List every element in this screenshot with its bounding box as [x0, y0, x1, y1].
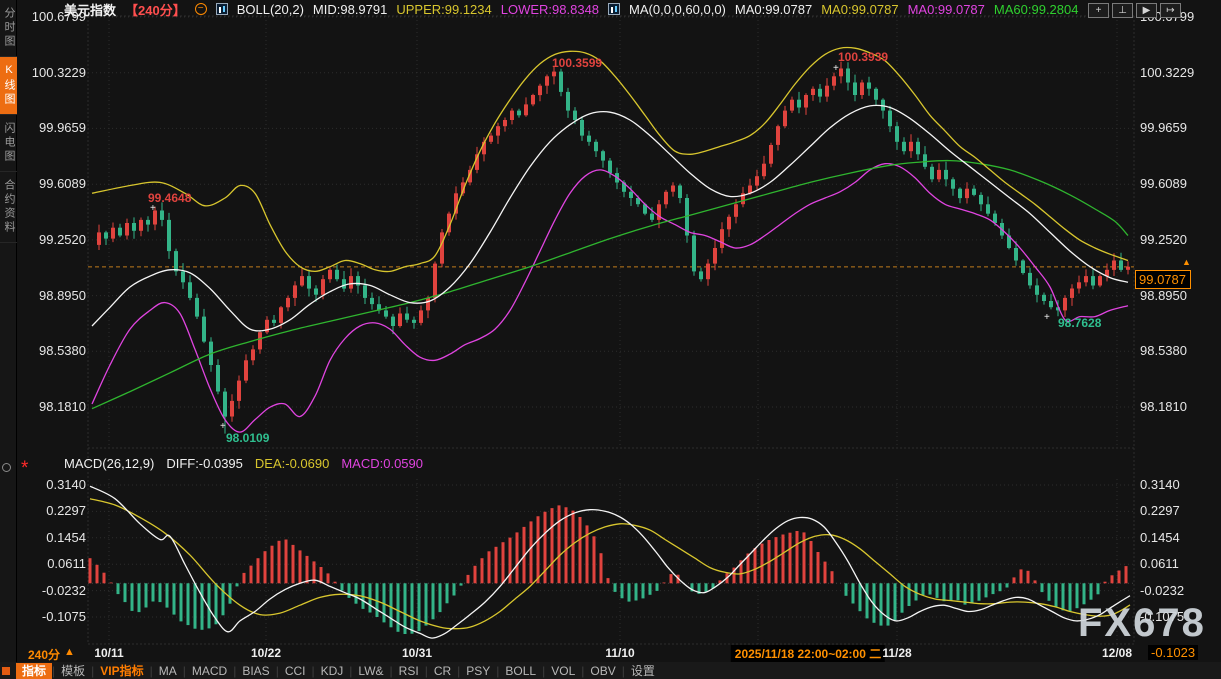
last-price-badge: 99.0787	[1135, 270, 1191, 289]
extreme-marker-icon: +	[220, 421, 226, 432]
price-axis-label: 100.3229	[1140, 65, 1194, 80]
price-annotation: 98.0109	[226, 431, 269, 445]
chart-type-sidebar: 分时图 K线图 闪电图 合约资料	[0, 0, 17, 662]
price-up-arrow-icon: ▲	[1182, 257, 1191, 267]
watermark: FX678	[1078, 601, 1206, 646]
macd-axis-label: 0.1454	[1140, 530, 1180, 545]
period-dropdown-icon[interactable]: ▲	[64, 646, 75, 658]
macd-header: MACD(26,12,9) DIFF:-0.0395 DEA:-0.0690 M…	[64, 456, 423, 471]
ma-indicator-icon	[608, 3, 620, 15]
price-axis-label: 98.8950	[1140, 288, 1187, 303]
macd-diff-value: DIFF:-0.0395	[166, 456, 243, 471]
toolbar-tab-模板[interactable]: 模板	[55, 663, 91, 679]
price-axis-label: 98.5380	[39, 343, 86, 358]
axis-scale-icon[interactable]: ⊥	[1112, 3, 1133, 18]
trading-app-window: 分时图 K线图 闪电图 合约资料 美元指数 【240分】 − BOLL(20,2…	[0, 0, 1221, 679]
macd-axis-label: -0.1075	[42, 609, 86, 624]
sidebar-item-contract-info[interactable]: 合约资料	[0, 172, 17, 243]
price-axis-label: 98.5380	[1140, 343, 1187, 358]
toolbar-tab-BIAS[interactable]: BIAS	[236, 663, 275, 679]
ma0-yellow-value: MA0:99.0787	[821, 2, 898, 17]
sidebar-item-time-chart[interactable]: 分时图	[0, 0, 17, 57]
price-annotation: 98.7628	[1058, 316, 1101, 330]
macd-macd-value: MACD:0.0590	[341, 456, 423, 471]
date-tick-label: 11/10	[605, 646, 634, 660]
price-axis-label: 99.9659	[39, 120, 86, 135]
ma0-magenta-value: MA0:99.0787	[908, 2, 985, 17]
boll-lower-value: LOWER:98.8348	[501, 2, 599, 17]
macd-name: MACD(26,12,9)	[64, 456, 154, 471]
period-selector[interactable]: 240分	[28, 646, 60, 663]
pane-toggle-icon[interactable]	[2, 463, 11, 472]
toolbar-tab-CCI[interactable]: CCI	[279, 663, 312, 679]
macd-axis-label: -0.0232	[42, 583, 86, 598]
date-tick-label: 10/11	[94, 646, 123, 660]
extreme-marker-icon: +	[833, 63, 839, 74]
macd-axis-label: 0.3140	[46, 477, 86, 492]
boll-upper-value: UPPER:99.1234	[396, 2, 491, 17]
price-annotation: 100.3939	[838, 50, 888, 64]
date-tick-label: 12/08	[1102, 646, 1132, 660]
collapse-icon[interactable]: −	[195, 3, 207, 15]
chart-tool-icons: +⊥▶↦	[1088, 3, 1181, 18]
symbol-name: 美元指数	[64, 0, 116, 19]
boll-indicator-icon	[216, 3, 228, 15]
macd-axis-label: -0.0232	[1140, 583, 1184, 598]
toolbar-tab-OBV[interactable]: OBV	[584, 663, 621, 679]
price-axis-label: 98.1810	[1140, 399, 1187, 414]
toolbar-tab-MACD[interactable]: MACD	[186, 663, 233, 679]
boll-mid-value: MID:98.9791	[313, 2, 387, 17]
play-forward-icon[interactable]: ▶	[1136, 3, 1157, 18]
goto-latest-icon[interactable]: ↦	[1160, 3, 1181, 18]
toolbar-tab-CR[interactable]: CR	[428, 663, 457, 679]
macd-dea-value: DEA:-0.0690	[255, 456, 329, 471]
toolbar-tab-MA[interactable]: MA	[153, 663, 183, 679]
crosshair-icon[interactable]: +	[1088, 3, 1109, 18]
ma0-white-value: MA0:99.0787	[735, 2, 812, 17]
period-label[interactable]: 【240分】	[125, 0, 186, 19]
time-axis: 240分 ▲ 2025/11/18 22:00~02:00 二 10/1110/…	[0, 644, 1221, 662]
macd-axis-label: 0.3140	[1140, 477, 1180, 492]
boll-name: BOLL(20,2)	[237, 2, 304, 17]
macd-axis-label: 0.1454	[46, 530, 86, 545]
sidebar-item-lightning-chart[interactable]: 闪电图	[0, 115, 17, 172]
toolbar-tab-PSY[interactable]: PSY	[460, 663, 496, 679]
price-annotation: 100.3599	[552, 56, 602, 70]
macd-axis-label: 0.2297	[46, 503, 86, 518]
indicator-header: 美元指数 【240分】 − BOLL(20,2) MID:98.9791 UPP…	[64, 1, 1078, 17]
toolbar-tab-RSI[interactable]: RSI	[393, 663, 425, 679]
date-tick-label: 11/28	[882, 646, 911, 660]
date-tick-label: 10/22	[251, 646, 281, 660]
kline-macd-chart[interactable]	[0, 0, 1221, 679]
toolbar-tab-设置[interactable]: 设置	[625, 663, 661, 679]
ma-name: MA(0,0,0,60,0,0)	[629, 2, 726, 17]
toolbar-tab-KDJ[interactable]: KDJ	[315, 663, 350, 679]
toolbar-tab-VOL[interactable]: VOL	[545, 663, 581, 679]
price-axis-label: 98.8950	[39, 288, 86, 303]
macd-axis-label: 0.0611	[1140, 556, 1179, 571]
toolbar-tab-LW&[interactable]: LW&	[352, 663, 389, 679]
date-tick-label: 10/31	[402, 646, 432, 660]
extreme-marker-icon: +	[150, 203, 156, 214]
price-axis-label: 99.9659	[1140, 120, 1187, 135]
price-axis-label: 100.3229	[32, 65, 86, 80]
bottom-toolbar: 指标|模板|VIP指标|MA|MACD|BIAS|CCI|KDJ|LW&|RSI…	[0, 662, 1221, 679]
sidebar-item-kline-chart[interactable]: K线图	[0, 57, 17, 115]
macd-axis-label: 0.0611	[47, 556, 86, 571]
macd-alert-icon[interactable]: *	[21, 458, 28, 480]
price-axis-label: 99.2520	[39, 232, 86, 247]
toolbar-tab-指标[interactable]: 指标	[16, 663, 52, 679]
price-axis-label: 99.6089	[1140, 176, 1187, 191]
extreme-marker-icon: +	[1044, 312, 1050, 323]
price-axis-label: 98.1810	[39, 399, 86, 414]
macd-axis-label: 0.2297	[1140, 503, 1180, 518]
ma60-green-value: MA60:99.2804	[994, 2, 1079, 17]
toolbar-tab-BOLL[interactable]: BOLL	[499, 663, 542, 679]
price-axis-label: 99.2520	[1140, 232, 1187, 247]
price-axis-label: 99.6089	[39, 176, 86, 191]
toolbar-corner-icon[interactable]	[2, 667, 10, 675]
macd-last-value-badge: -0.1023	[1148, 645, 1198, 660]
toolbar-tab-VIP指标[interactable]: VIP指标	[94, 663, 149, 679]
